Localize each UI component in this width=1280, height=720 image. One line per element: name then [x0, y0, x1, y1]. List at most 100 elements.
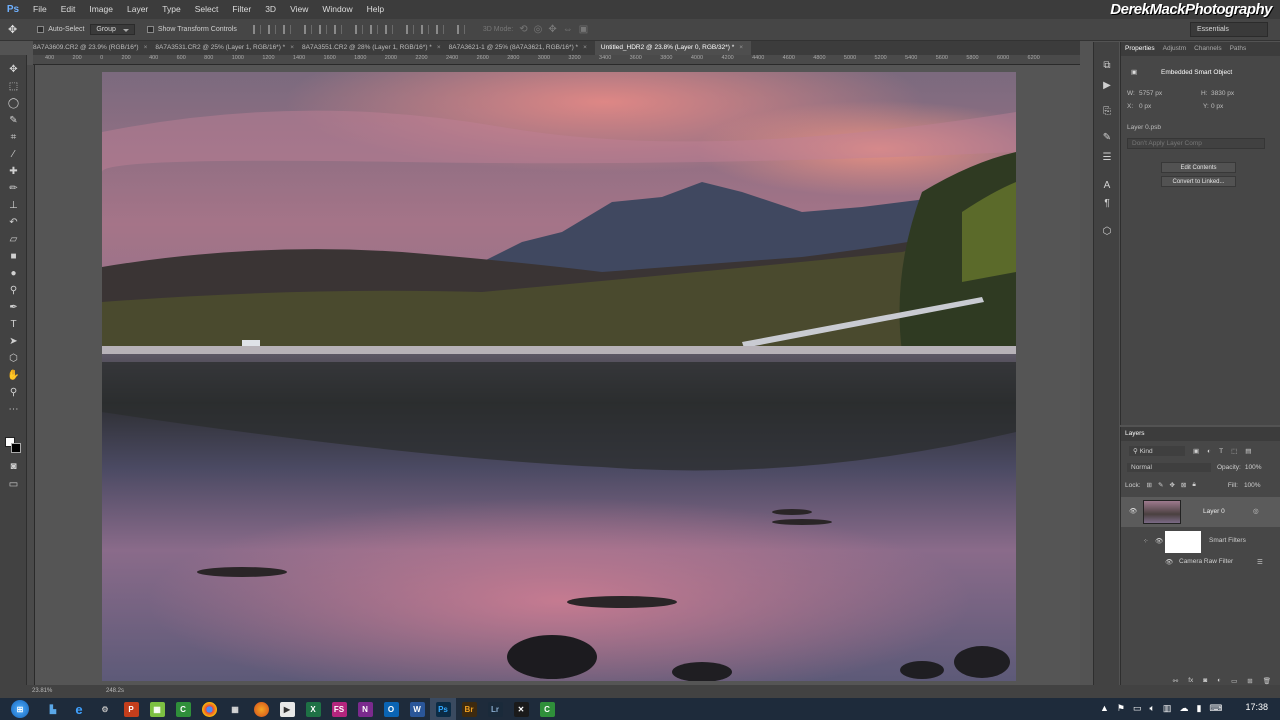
tray-flag-icon[interactable]: ⚑ [1117, 703, 1125, 714]
menu-image[interactable]: Image [82, 0, 120, 19]
menu-window[interactable]: Window [315, 0, 359, 19]
kind-filter-dropdown[interactable]: ⚲ Kind [1129, 446, 1185, 456]
fill-value[interactable]: 100% [1244, 482, 1261, 489]
close-icon[interactable]: × [583, 44, 587, 55]
taskbar-chrome-icon[interactable] [196, 698, 222, 720]
lock-position-icon[interactable]: ✥ [1169, 481, 1174, 489]
move-tool-icon[interactable]: ✥ [7, 63, 20, 76]
zoom-level[interactable]: 23.81% [32, 688, 52, 694]
taskbar-bridge-icon[interactable]: Br [456, 698, 482, 720]
close-icon[interactable]: × [290, 44, 294, 55]
opacity-value[interactable]: 100% [1245, 464, 1262, 471]
distribute-right-icon[interactable] [435, 25, 444, 34]
link-layers-icon[interactable]: ⚯ [1173, 677, 1178, 685]
filter-options-icon[interactable]: ☰ [1257, 558, 1263, 566]
taskbar-media-icon[interactable]: ▶ [274, 698, 300, 720]
healing-brush-tool-icon[interactable]: ✚ [7, 165, 20, 178]
layer-style-icon[interactable]: fx [1188, 677, 1193, 685]
tray-keyboard-icon[interactable]: ⌨ [1209, 703, 1222, 714]
tab-layers[interactable]: Layers [1125, 430, 1145, 438]
new-layer-icon[interactable]: ⊞ [1247, 677, 1252, 685]
filter-row-camera-raw[interactable]: 👁︎ Camera Raw Filter ☰ [1121, 557, 1280, 569]
close-icon[interactable]: × [739, 44, 743, 55]
visibility-eye-icon[interactable]: 👁︎ [1155, 537, 1163, 545]
shape-tool-icon[interactable]: ⬡ [7, 352, 20, 365]
taskbar-firefox-icon[interactable] [248, 698, 274, 720]
taskbar-camtasia-icon[interactable]: C [170, 698, 196, 720]
taskbar-clock[interactable]: 17:38 [1245, 702, 1268, 712]
tab-document-2[interactable]: 8A7A3531.CR2 @ 25% (Layer 1, RGB/16*) * × [155, 41, 302, 55]
taskbar-powerpoint-icon[interactable]: P [118, 698, 144, 720]
taskbar-ie-icon[interactable]: e [66, 698, 92, 720]
eyedropper-tool-icon[interactable]: ⁄ [7, 148, 20, 161]
auto-select-checkbox[interactable]: Auto-Select [37, 26, 84, 33]
distribute-hcenter-icon[interactable] [420, 25, 429, 34]
visibility-eye-icon[interactable]: 👁︎ [1129, 507, 1137, 515]
distribute-bottom-icon[interactable] [384, 25, 393, 34]
blend-mode-dropdown[interactable]: Normal [1127, 463, 1211, 472]
clone-source-panel-icon[interactable]: ⎘ [1101, 106, 1113, 118]
workspace-dropdown[interactable]: Essentials [1190, 22, 1268, 37]
tab-document-4[interactable]: 8A7A3621-1 @ 25% (8A7A3621, RGB/16*) * × [449, 41, 595, 55]
3d-scale-icon[interactable]: ▣ [579, 24, 588, 35]
taskbar-xsplit-icon[interactable]: ✕ [508, 698, 534, 720]
edit-contents-button[interactable]: Edit Contents [1161, 162, 1236, 173]
3d-panel-icon[interactable]: ⬡ [1101, 226, 1113, 238]
3d-slide-icon[interactable]: ⇔ [563, 24, 573, 35]
tab-document-active[interactable]: Untitled_HDR2 @ 23.8% (Layer 0, RGB/32*)… [594, 41, 752, 55]
filter-adjustment-icon[interactable]: ◐ [1207, 448, 1211, 455]
taskbar-excel-icon[interactable]: X [300, 698, 326, 720]
3d-rotate-icon[interactable]: ⟲ [519, 24, 527, 35]
lock-all-icon[interactable]: 🔒︎ [1192, 481, 1195, 489]
path-select-tool-icon[interactable]: ➤ [7, 335, 20, 348]
tray-network-icon[interactable]: ▥ [1163, 703, 1172, 714]
layer-row-layer-0[interactable]: 👁︎ Layer 0 ◎ [1121, 497, 1280, 527]
gradient-tool-icon[interactable]: ■ [7, 250, 20, 263]
3d-drag-icon[interactable]: ✥ [548, 24, 556, 35]
taskbar-explorer-icon[interactable]: ▙ [40, 698, 66, 720]
eraser-tool-icon[interactable]: ▱ [7, 233, 20, 246]
align-vcenter-icon[interactable] [267, 25, 276, 34]
tab-document-1[interactable]: 8A7A3609.CR2 @ 23.9% (RGB/16*) × [33, 41, 155, 55]
lock-pixels-icon[interactable]: ✎ [1158, 481, 1163, 489]
taskbar-faststone-icon[interactable]: FS [326, 698, 352, 720]
convert-linked-button[interactable]: Convert to Linked... [1161, 176, 1236, 187]
tray-cloud-icon[interactable]: ☁ [1179, 703, 1188, 714]
menu-help[interactable]: Help [360, 0, 391, 19]
close-icon[interactable]: × [437, 44, 441, 55]
show-transform-checkbox[interactable]: Show Transform Controls [146, 26, 237, 33]
brush-tool-icon[interactable]: ✏ [7, 182, 20, 195]
close-icon[interactable]: × [144, 44, 148, 55]
quick-mask-icon[interactable]: ◙ [7, 460, 20, 473]
smart-filters-row[interactable]: ⁘ 👁︎ Smart Filters [1121, 529, 1280, 555]
align-left-icon[interactable] [303, 25, 312, 34]
3d-roll-icon[interactable]: ◎ [534, 24, 543, 35]
crop-tool-icon[interactable]: ⌗ [7, 131, 20, 144]
tray-display-icon[interactable]: ▭ [1133, 703, 1142, 714]
distribute-top-icon[interactable] [354, 25, 363, 34]
tab-paths[interactable]: Paths [1230, 45, 1247, 53]
menu-3d[interactable]: 3D [258, 0, 283, 19]
actions-panel-icon[interactable]: ▶ [1101, 80, 1113, 92]
distribute-left-icon[interactable] [405, 25, 414, 34]
align-hcenter-icon[interactable] [318, 25, 327, 34]
character-panel-icon[interactable]: A [1101, 180, 1113, 192]
new-group-icon[interactable]: ▭ [1231, 677, 1237, 685]
more-tools-icon[interactable]: ⋯ [7, 403, 20, 416]
tray-volume-icon[interactable]: 🔈︎ [1150, 703, 1155, 714]
align-top-icon[interactable] [252, 25, 261, 34]
adjustments-panel-icon[interactable]: ☰ [1101, 152, 1113, 164]
filter-type-icon[interactable]: T [1219, 448, 1223, 455]
dodge-tool-icon[interactable]: ⚲ [7, 284, 20, 297]
align-right-icon[interactable] [333, 25, 342, 34]
filter-mask-thumbnail[interactable] [1165, 531, 1201, 553]
document-image[interactable] [102, 72, 1016, 681]
quick-select-tool-icon[interactable]: ✎ [7, 114, 20, 127]
start-button[interactable]: ⊞ [0, 698, 40, 720]
tab-properties[interactable]: Properties [1125, 45, 1155, 53]
hand-tool-icon[interactable]: ✋ [7, 369, 20, 382]
filter-shape-icon[interactable]: ⬚ [1231, 447, 1237, 455]
lock-transparent-icon[interactable]: ⊞ [1147, 481, 1152, 489]
lock-artboard-icon[interactable]: ⊠ [1181, 481, 1186, 489]
add-mask-icon[interactable]: ◙ [1203, 677, 1207, 685]
